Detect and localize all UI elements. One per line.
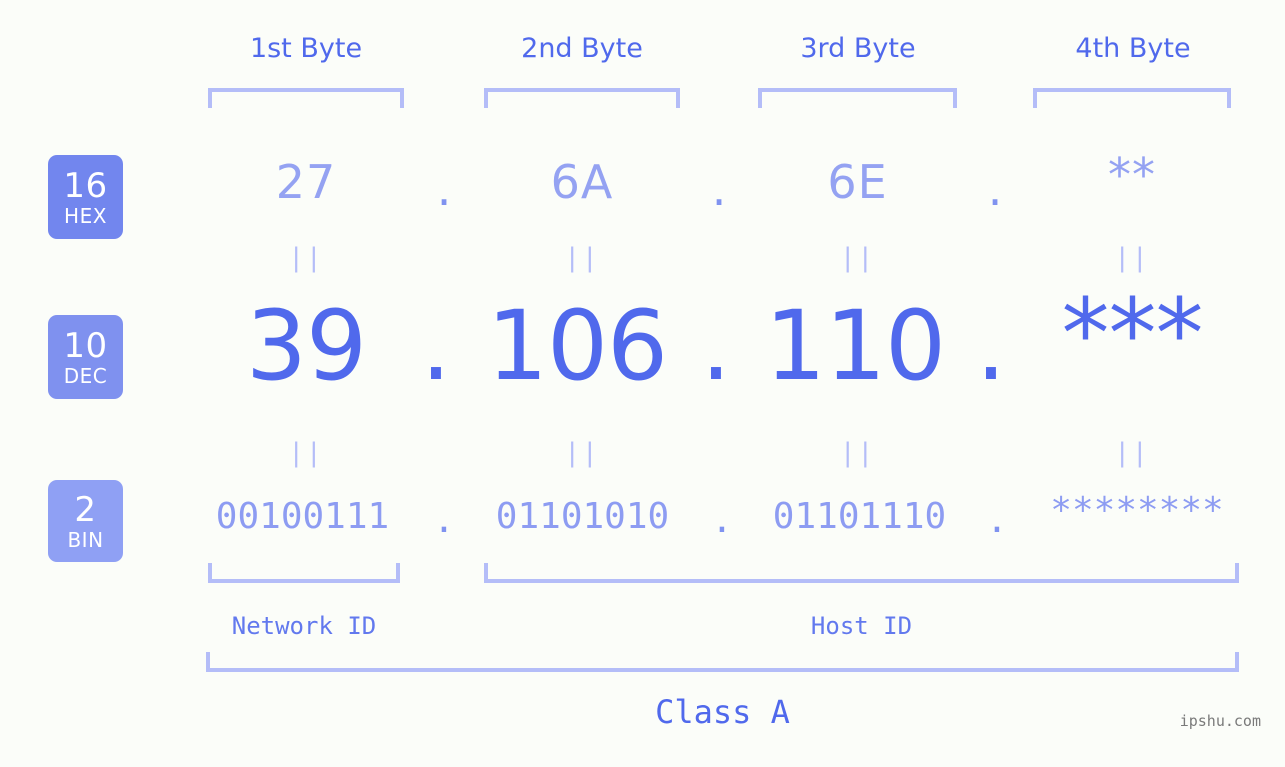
host-id-label: Host ID (810, 612, 913, 640)
network-id-label-wrap: Network ID (208, 612, 400, 640)
dec-byte-2-value: 106 (486, 290, 668, 402)
dec-separator-2-symbol: . (700, 290, 732, 402)
bin-byte-3: 01101110 (757, 496, 962, 537)
equality-mark-decbin-3-symbol: || (839, 438, 876, 468)
hex-byte-4-value: ** (1108, 148, 1156, 202)
equality-mark-decbin-1: || (208, 440, 404, 466)
hex-byte-2-value: 6A (550, 155, 614, 209)
byte-bracket-4 (1033, 88, 1231, 108)
byte-header-2: 2nd Byte (484, 33, 680, 64)
radix-badge-hex: 16 HEX (48, 155, 123, 239)
byte-bracket-3 (758, 88, 957, 108)
bin-separator-1-symbol: . (433, 500, 455, 541)
radix-badge-hex-number: 16 (63, 165, 108, 206)
byte-header-3: 3rd Byte (760, 33, 956, 64)
hex-separator-1-symbol: . (436, 162, 452, 216)
radix-badge-dec-system: DEC (63, 363, 108, 388)
byte-header-1-label: 1st Byte (249, 33, 363, 64)
dec-separator-1: . (396, 290, 476, 402)
dec-byte-3: 110 (750, 290, 960, 402)
byte-bracket-1 (208, 88, 404, 108)
bin-byte-2-value: 01101010 (495, 496, 670, 537)
network-id-bracket (208, 563, 400, 583)
equality-mark-decbin-1-symbol: || (288, 438, 324, 468)
radix-badge-bin: 2 BIN (48, 480, 123, 562)
byte-header-2-label: 2nd Byte (521, 33, 643, 64)
ip-address-breakdown-diagram: 1st Byte 2nd Byte 3rd Byte 4th Byte 16 H… (0, 0, 1285, 767)
hex-byte-3-value: 6E (827, 155, 888, 209)
hex-byte-1-value: 27 (275, 155, 337, 209)
radix-badge-bin-system: BIN (67, 527, 104, 552)
hex-byte-1: 27 (208, 155, 404, 209)
dec-separator-2: . (678, 290, 754, 402)
class-label: Class A (655, 693, 790, 731)
bin-byte-1-value: 00100111 (215, 496, 390, 537)
radix-badge-dec-number: 10 (63, 325, 108, 366)
bin-separator-1: . (405, 500, 483, 541)
bin-byte-4: ******** (1033, 490, 1241, 531)
byte-header-3-label: 3rd Byte (800, 33, 916, 64)
radix-badge-dec: 10 DEC (48, 315, 123, 399)
bin-byte-4-value: ******** (1050, 490, 1224, 531)
host-id-bracket (484, 563, 1239, 583)
dec-byte-2: 106 (472, 290, 682, 402)
dec-byte-4: *** (1022, 278, 1242, 390)
bin-separator-3-symbol: . (986, 500, 1008, 541)
radix-badge-hex-system: HEX (64, 203, 107, 228)
bin-separator-2-symbol: . (711, 500, 733, 541)
equality-mark-hexdec-1: || (208, 245, 404, 271)
radix-badge-bin-number: 2 (74, 489, 97, 530)
equality-mark-hexdec-2: || (484, 245, 680, 271)
byte-header-4-label: 4th Byte (1075, 33, 1191, 64)
equality-mark-decbin-2-symbol: || (564, 438, 600, 468)
bin-byte-2: 01101010 (480, 496, 685, 537)
equality-mark-decbin-4: || (1033, 440, 1231, 466)
dec-byte-1-value: 39 (245, 290, 367, 402)
host-id-label-wrap: Host ID (484, 612, 1239, 640)
site-watermark: ipshu.com (1180, 712, 1261, 730)
equality-mark-decbin-3: || (758, 440, 957, 466)
equality-mark-hexdec-1-symbol: || (288, 243, 324, 273)
equality-mark-hexdec-3: || (758, 245, 957, 271)
bin-separator-3: . (960, 500, 1034, 541)
dec-byte-1: 39 (208, 290, 404, 402)
site-watermark-text: ipshu.com (1179, 712, 1261, 730)
equality-mark-hexdec-2-symbol: || (564, 243, 600, 273)
equality-mark-hexdec-3-symbol: || (839, 243, 876, 273)
hex-separator-3-symbol: . (987, 162, 1003, 216)
dec-byte-4-value: *** (1061, 278, 1204, 390)
equality-mark-decbin-2: || (484, 440, 680, 466)
hex-separator-1: . (404, 162, 484, 216)
equality-mark-hexdec-4: || (1033, 245, 1231, 271)
equality-mark-hexdec-4-symbol: || (1114, 243, 1150, 273)
hex-separator-2-symbol: . (711, 162, 727, 216)
hex-separator-3: . (957, 162, 1033, 216)
byte-bracket-2 (484, 88, 680, 108)
byte-header-4: 4th Byte (1035, 33, 1231, 64)
dec-separator-3-symbol: . (975, 290, 1007, 402)
class-label-wrap: Class A (206, 693, 1239, 731)
network-id-label: Network ID (231, 612, 377, 640)
byte-header-1: 1st Byte (208, 33, 404, 64)
bin-byte-3-value: 01101110 (772, 496, 947, 537)
hex-byte-3: 6E (758, 155, 957, 209)
dec-separator-1-symbol: . (420, 290, 452, 402)
hex-byte-2: 6A (484, 155, 680, 209)
hex-byte-4: ** (1033, 148, 1231, 202)
bin-byte-1: 00100111 (200, 496, 405, 537)
dec-separator-3: . (956, 290, 1026, 402)
bin-separator-2: . (684, 500, 760, 541)
hex-separator-2: . (680, 162, 758, 216)
dec-byte-3-value: 110 (764, 290, 946, 402)
class-bracket (206, 652, 1239, 672)
equality-mark-decbin-4-symbol: || (1114, 438, 1150, 468)
